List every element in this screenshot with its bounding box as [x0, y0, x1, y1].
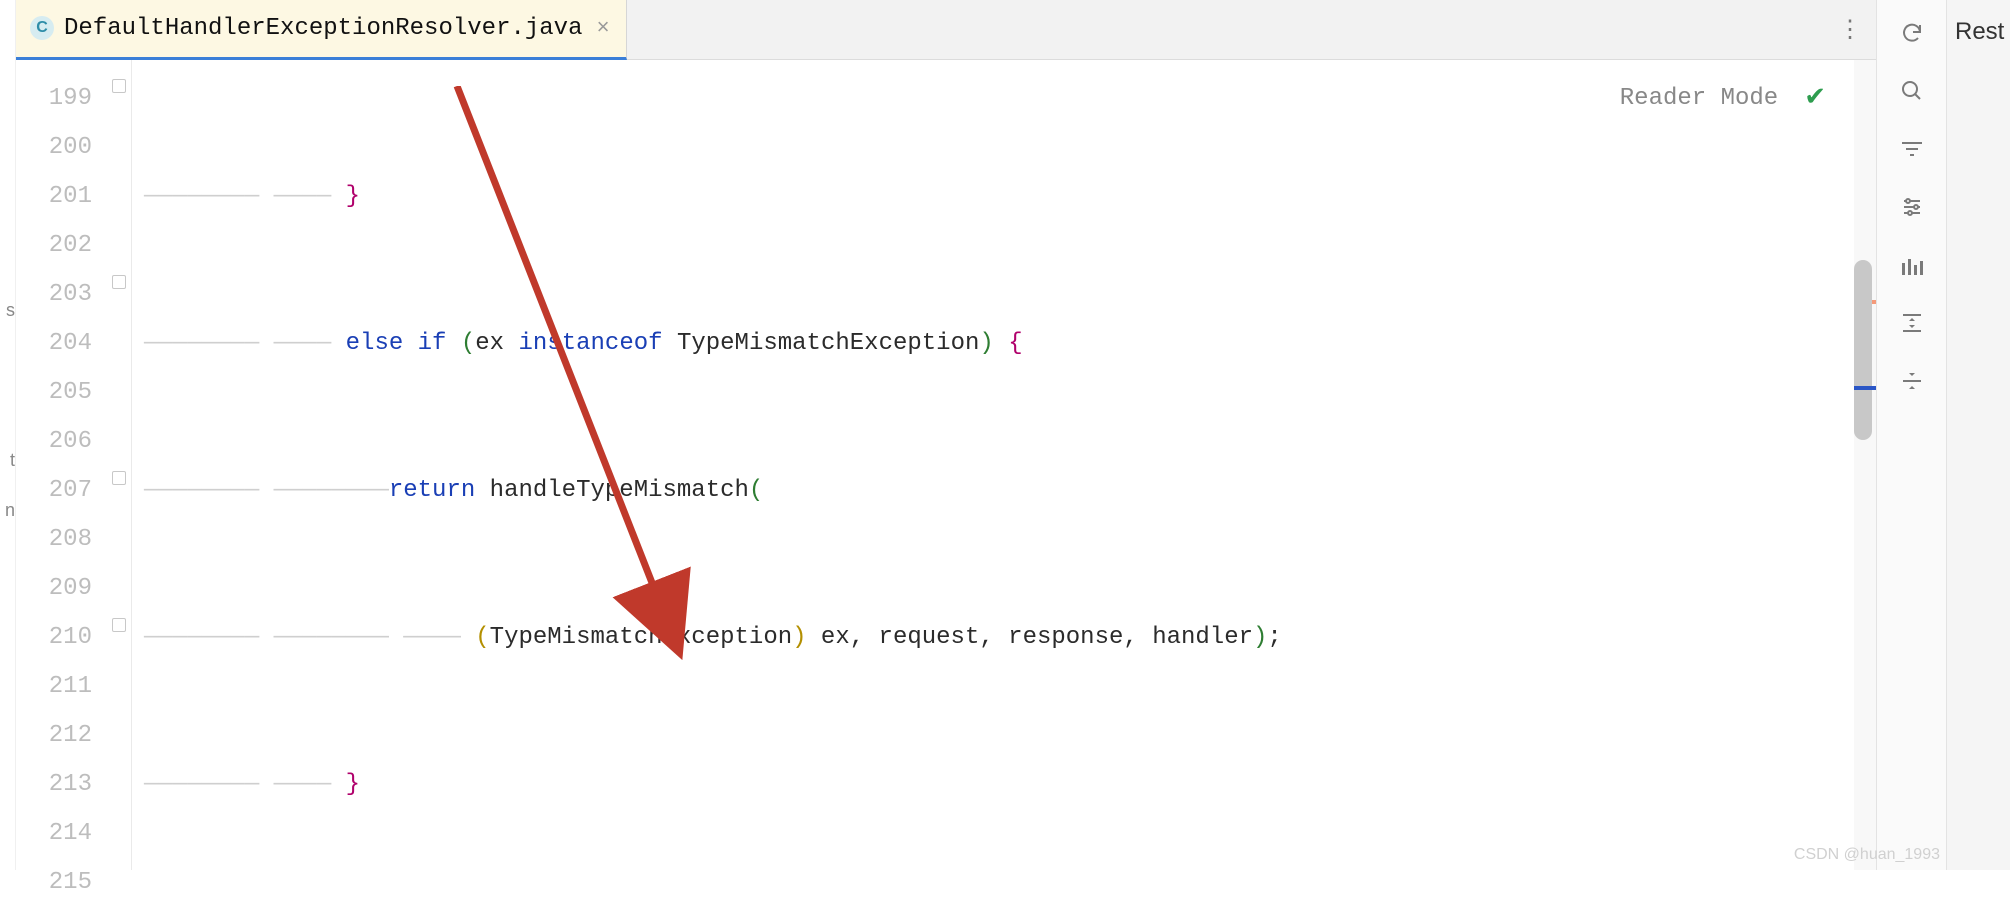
- class-icon: C: [30, 16, 54, 40]
- close-icon[interactable]: ×: [592, 16, 609, 41]
- line-number: 205: [16, 368, 92, 417]
- line-number: 199: [16, 74, 92, 123]
- line-number: 204: [16, 319, 92, 368]
- line-number: 210: [16, 613, 92, 662]
- fold-toggle[interactable]: [112, 79, 126, 93]
- right-panel-label[interactable]: Rest: [1946, 0, 2010, 870]
- expand-icon[interactable]: [1897, 308, 1927, 338]
- code-line[interactable]: ———————— ————————return handleTypeMismat…: [132, 466, 1854, 515]
- line-number: 215: [16, 858, 92, 907]
- editor[interactable]: 199 200 201 202 203 204 205 206 207 208 …: [16, 60, 1876, 870]
- scroll-thumb[interactable]: [1854, 260, 1872, 440]
- left-hint-1: s: [6, 300, 15, 321]
- line-number: 203: [16, 270, 92, 319]
- line-number: 206: [16, 417, 92, 466]
- editor-scrollbar[interactable]: [1854, 60, 1876, 870]
- line-number: 212: [16, 711, 92, 760]
- collapse-icon[interactable]: [1897, 366, 1927, 396]
- line-number: 201: [16, 172, 92, 221]
- fold-toggle[interactable]: [112, 618, 126, 632]
- fold-toggle[interactable]: [112, 471, 126, 485]
- left-stripe: s t n: [0, 0, 16, 870]
- line-number: 208: [16, 515, 92, 564]
- file-tab[interactable]: C DefaultHandlerExceptionResolver.java ×: [16, 0, 627, 60]
- right-tool-strip: [1876, 0, 1946, 870]
- line-number: 200: [16, 123, 92, 172]
- reader-mode-label: Reader Mode: [1620, 74, 1778, 123]
- code-line[interactable]: ———————— ———— }: [132, 172, 1854, 221]
- code-line[interactable]: ———————— ———— else if (ex instanceof Typ…: [132, 319, 1854, 368]
- tab-filename: DefaultHandlerExceptionResolver.java: [64, 15, 582, 42]
- refresh-icon[interactable]: [1897, 18, 1927, 48]
- line-number-gutter: 199 200 201 202 203 204 205 206 207 208 …: [16, 60, 110, 870]
- scroll-marker: [1854, 386, 1876, 390]
- tab-bar: C DefaultHandlerExceptionResolver.java ×…: [16, 0, 1876, 60]
- line-number: 213: [16, 760, 92, 809]
- tab-menu-icon[interactable]: ⋮: [1838, 15, 1862, 45]
- line-number: 207: [16, 466, 92, 515]
- fold-gutter: [110, 60, 132, 870]
- search-icon[interactable]: [1897, 76, 1927, 106]
- line-number: 211: [16, 662, 92, 711]
- left-hint-3: n: [5, 500, 15, 521]
- reader-mode-badge[interactable]: Reader Mode ✔: [1612, 70, 1834, 127]
- line-number: 202: [16, 221, 92, 270]
- code-area[interactable]: ———————— ———— } ———————— ———— else if (e…: [132, 60, 1854, 870]
- code-line[interactable]: ———————— ———— }: [132, 760, 1854, 809]
- watermark: CSDN @huan_1993: [1794, 846, 1940, 864]
- line-number: 209: [16, 564, 92, 613]
- check-icon: ✔: [1804, 74, 1826, 123]
- code-line[interactable]: ———————— ———————— ———— (TypeMismatchExce…: [132, 613, 1854, 662]
- left-hint-2: t: [10, 450, 15, 471]
- fold-toggle[interactable]: [112, 275, 126, 289]
- bars-icon[interactable]: [1897, 250, 1927, 280]
- settings-icon[interactable]: [1897, 192, 1927, 222]
- filter-icon[interactable]: [1897, 134, 1927, 164]
- line-number: 214: [16, 809, 92, 858]
